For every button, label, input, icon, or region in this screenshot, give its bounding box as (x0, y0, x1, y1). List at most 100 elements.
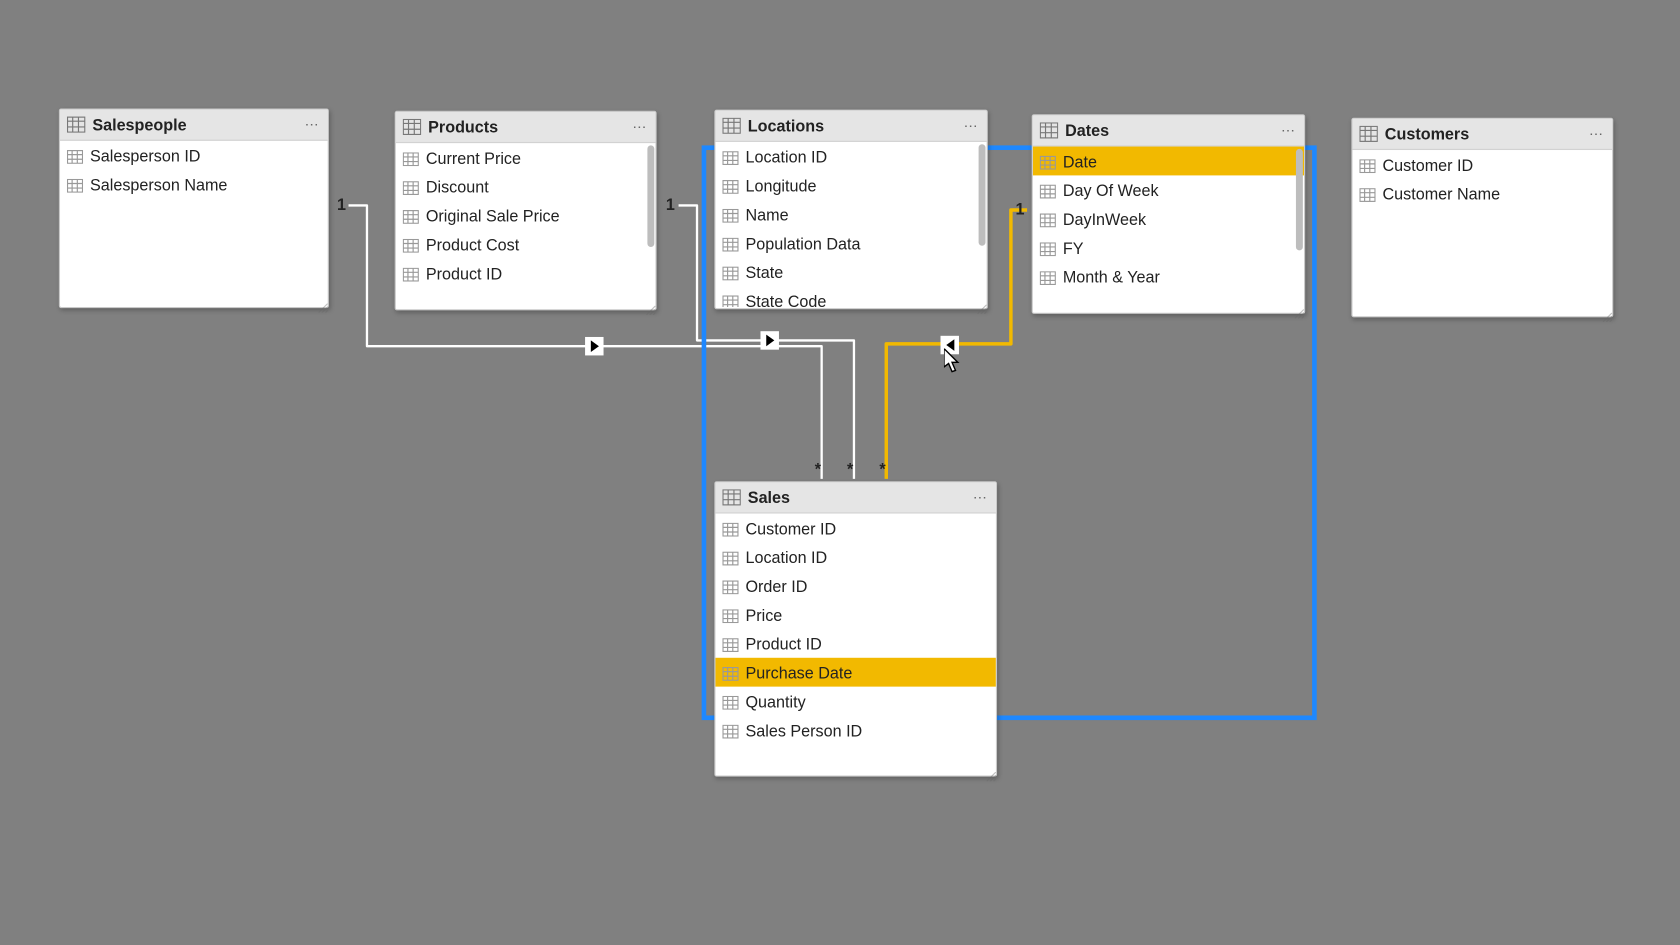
table-salespeople[interactable]: Salespeople ⋯ Salesperson IDSalesperson Na… (59, 108, 329, 308)
field-row[interactable]: Month & Year (1033, 262, 1304, 291)
more-options-icon[interactable]: ⋯ (632, 119, 648, 135)
table-sales[interactable]: Sales⋯ Customer ID Location ID Order ID Pric… (714, 481, 997, 776)
field-row[interactable]: Product Cost (396, 230, 656, 259)
field-row[interactable]: Location ID (715, 142, 986, 171)
scrollbar-thumb[interactable] (1296, 149, 1303, 251)
table-header[interactable]: Dates⋯ (1033, 115, 1304, 146)
field-label: State (745, 263, 783, 281)
field-label: State Code (745, 291, 826, 307)
resize-handle-icon[interactable] (1603, 307, 1612, 316)
field-label: Order ID (745, 576, 807, 594)
field-row[interactable]: Salesperson Name (60, 170, 328, 199)
table-icon (1359, 126, 1377, 142)
table-field-list[interactable]: Customer ID Location ID Order ID Price Produ… (715, 514, 995, 775)
table-field-list[interactable]: Customer ID Customer Name (1352, 150, 1612, 315)
cardinality-label: 1 (337, 195, 346, 213)
field-row[interactable]: Day Of Week (1033, 175, 1304, 204)
column-icon (1040, 212, 1056, 226)
mouse-cursor (944, 349, 962, 374)
more-options-icon[interactable]: ⋯ (973, 489, 989, 505)
column-icon (1040, 269, 1056, 283)
table-title: Salespeople (92, 115, 186, 133)
table-header[interactable]: Sales⋯ (715, 482, 995, 513)
field-row[interactable]: Sales Person ID (715, 715, 995, 744)
field-row[interactable]: Customer Name (1352, 179, 1612, 208)
field-row[interactable]: Population Data (715, 228, 986, 257)
field-row[interactable]: Longitude (715, 171, 986, 200)
field-row[interactable]: Quantity (715, 687, 995, 716)
resize-handle-icon[interactable] (977, 299, 986, 308)
field-row[interactable]: Current Price (396, 143, 656, 172)
field-row[interactable]: Product ID (396, 258, 656, 287)
table-customers[interactable]: Customers⋯Customer ID Customer Name (1351, 118, 1613, 318)
column-icon (403, 151, 419, 165)
field-row[interactable]: DayInWeek (1033, 204, 1304, 233)
scrollbar-thumb[interactable] (979, 144, 986, 246)
more-options-icon[interactable]: ⋯ (964, 118, 980, 134)
table-header[interactable]: Products ⋯ (396, 112, 656, 143)
field-label: Location ID (745, 147, 827, 165)
column-icon (403, 179, 419, 193)
table-field-list[interactable]: Location ID Longitude NamePopulation Data S… (715, 142, 986, 307)
direction-arrow-icon[interactable] (760, 331, 778, 349)
field-row[interactable]: Customer ID (715, 514, 995, 543)
field-row[interactable]: FY (1033, 233, 1304, 262)
table-header[interactable]: Customers⋯ (1352, 119, 1612, 150)
field-row[interactable]: Purchase Date (715, 658, 995, 687)
field-row[interactable]: Customer ID (1352, 150, 1612, 179)
field-label: Month & Year (1063, 267, 1160, 285)
column-icon (722, 236, 738, 250)
table-field-list[interactable]: DateDay Of Week DayInWeek FY Month & Year (1033, 147, 1304, 312)
resize-handle-icon[interactable] (646, 300, 655, 309)
field-label: Price (745, 605, 782, 623)
field-label: Quantity (745, 692, 805, 710)
more-options-icon[interactable]: ⋯ (305, 117, 321, 133)
table-products[interactable]: Products ⋯ Current Price Discount Original S… (395, 111, 657, 311)
field-row[interactable]: Original Sale Price (396, 201, 656, 230)
table-icon (722, 118, 740, 134)
column-icon (722, 694, 738, 708)
field-label: Longitude (745, 176, 816, 194)
table-locations[interactable]: Locations⋯ Location ID Longitude NamePopula… (714, 110, 987, 310)
direction-arrow-icon[interactable] (585, 337, 603, 355)
field-label: Current Price (426, 148, 521, 166)
field-row[interactable]: Price (715, 600, 995, 629)
table-title: Products (428, 118, 498, 136)
field-row[interactable]: State (715, 257, 986, 286)
field-label: Product Cost (426, 235, 519, 253)
more-options-icon[interactable]: ⋯ (1589, 126, 1605, 142)
field-row[interactable]: Location ID (715, 542, 995, 571)
column-icon (1040, 154, 1056, 168)
field-row[interactable]: Name (715, 200, 986, 229)
field-row[interactable]: State Code (715, 286, 986, 307)
table-icon (67, 117, 85, 133)
field-row[interactable]: Product ID (715, 629, 995, 658)
more-options-icon[interactable]: ⋯ (1281, 122, 1297, 138)
cardinality-label: * (847, 459, 853, 477)
column-icon (67, 148, 83, 162)
direction-arrow-icon[interactable] (941, 336, 959, 354)
field-label: FY (1063, 238, 1084, 256)
resize-handle-icon[interactable] (987, 766, 996, 775)
field-label: Discount (426, 177, 489, 195)
column-icon (722, 294, 738, 307)
table-header[interactable]: Salespeople ⋯ (60, 110, 328, 141)
field-row[interactable]: Salesperson ID (60, 141, 328, 170)
field-label: Location ID (745, 548, 827, 566)
scrollbar-thumb[interactable] (647, 145, 654, 247)
field-label: DayInWeek (1063, 209, 1146, 227)
model-canvas[interactable]: Salespeople ⋯ Salesperson IDSalesperson Na… (0, 0, 1680, 945)
field-label: Product ID (745, 634, 821, 652)
resize-handle-icon[interactable] (1295, 304, 1304, 313)
field-row[interactable]: Order ID (715, 571, 995, 600)
table-dates[interactable]: Dates⋯DateDay Of Week DayInWeek FY Month & … (1032, 114, 1305, 314)
table-field-list[interactable]: Salesperson IDSalesperson Name (60, 141, 328, 306)
field-row[interactable]: Date (1033, 147, 1304, 176)
table-header[interactable]: Locations⋯ (715, 111, 986, 142)
resize-handle-icon[interactable] (319, 298, 328, 307)
field-label: Customer Name (1382, 184, 1500, 202)
field-label: Customer ID (745, 519, 836, 537)
field-row[interactable]: Discount (396, 172, 656, 201)
table-field-list[interactable]: Current Price Discount Original Sale Price… (396, 143, 656, 308)
column-icon (722, 608, 738, 622)
